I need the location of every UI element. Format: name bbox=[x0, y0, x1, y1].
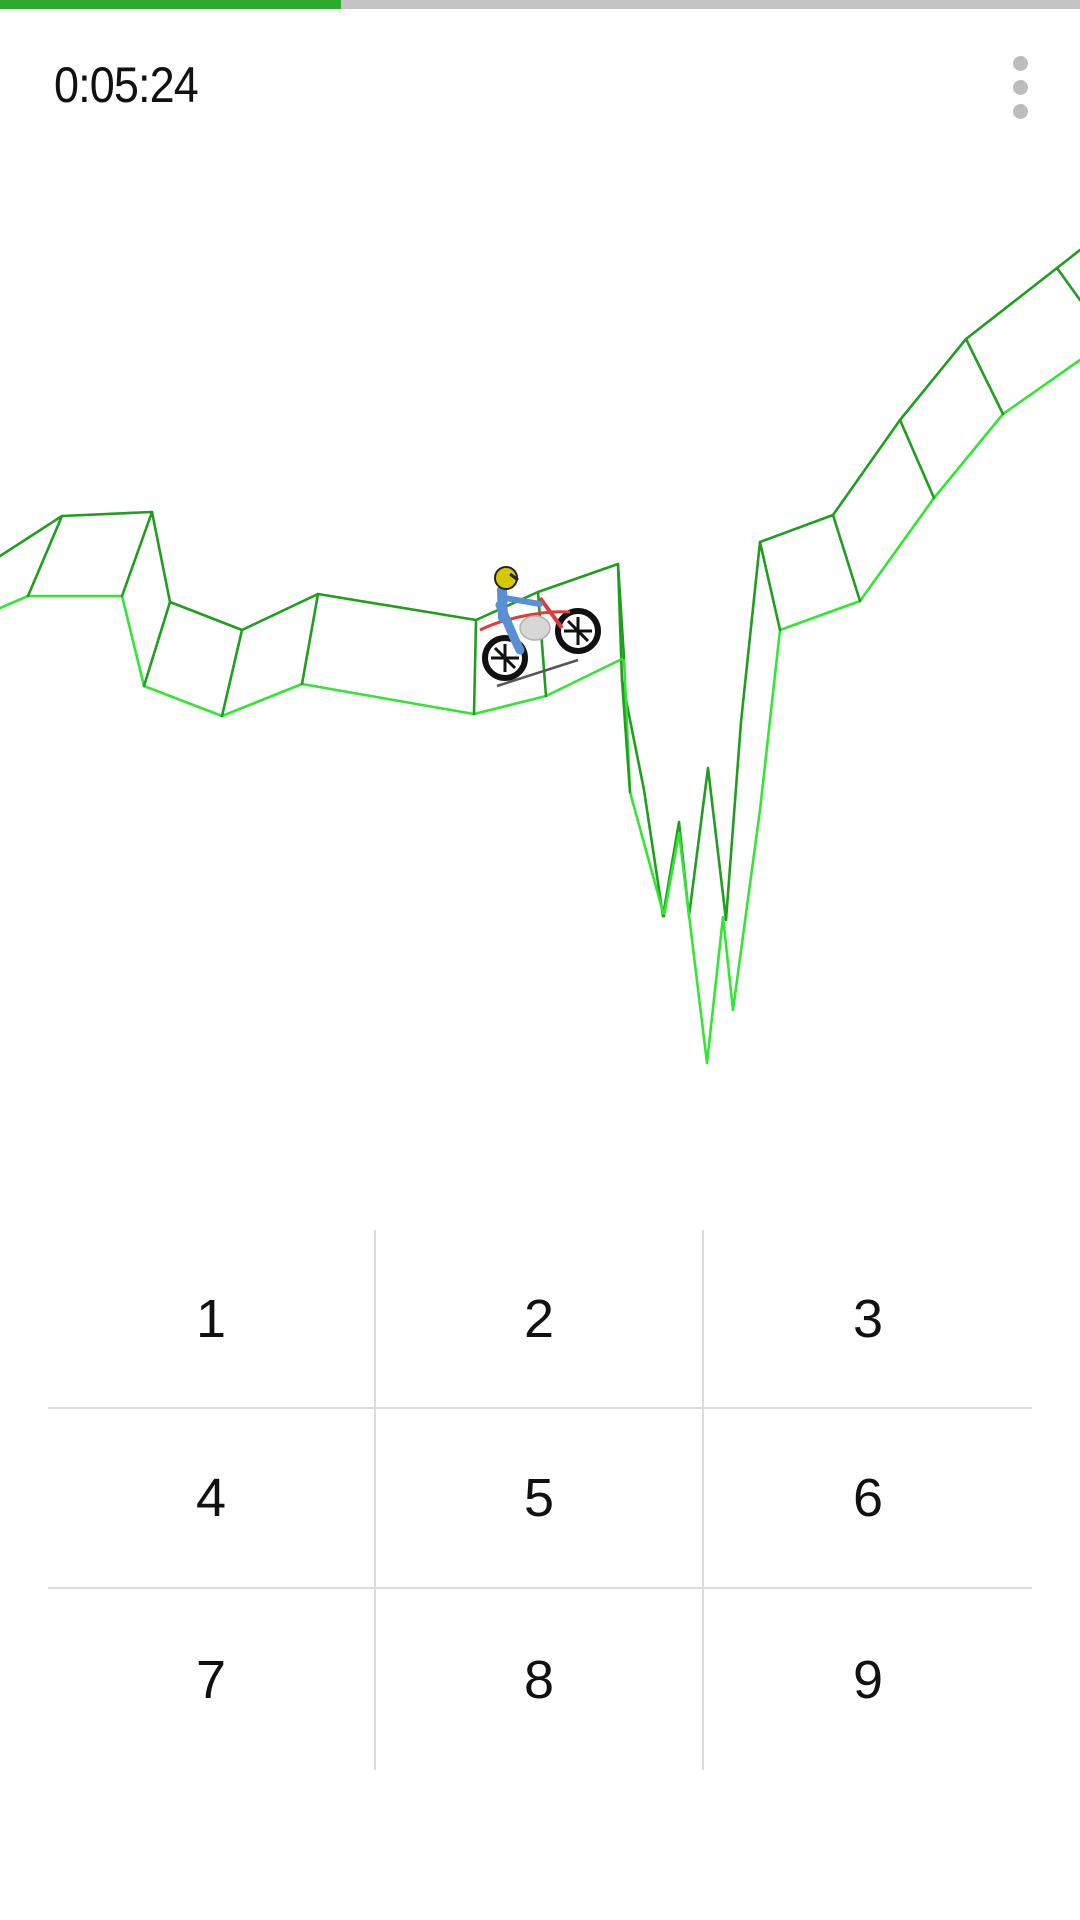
key-8[interactable]: 8 bbox=[376, 1589, 702, 1770]
key-2[interactable]: 2 bbox=[376, 1230, 702, 1407]
key-9[interactable]: 9 bbox=[704, 1589, 1032, 1770]
game-canvas[interactable] bbox=[0, 0, 1080, 1150]
key-5[interactable]: 5 bbox=[376, 1409, 702, 1587]
track-bottom-edge bbox=[0, 358, 1080, 1065]
number-keypad: 1 2 3 4 5 6 7 8 9 bbox=[48, 1230, 1032, 1770]
front-wheel bbox=[555, 608, 601, 654]
key-6[interactable]: 6 bbox=[704, 1409, 1032, 1587]
rider-arm bbox=[502, 595, 543, 607]
track-wireframe bbox=[0, 248, 1080, 1065]
key-4[interactable]: 4 bbox=[48, 1409, 374, 1587]
track-rungs bbox=[26, 266, 1080, 918]
track-top-edge bbox=[0, 248, 1080, 922]
key-1[interactable]: 1 bbox=[48, 1230, 374, 1407]
rider-torso bbox=[497, 585, 508, 623]
key-3[interactable]: 3 bbox=[704, 1230, 1032, 1407]
motorbike-rider bbox=[479, 566, 601, 688]
key-7[interactable]: 7 bbox=[48, 1589, 374, 1770]
bike-body bbox=[519, 615, 551, 641]
